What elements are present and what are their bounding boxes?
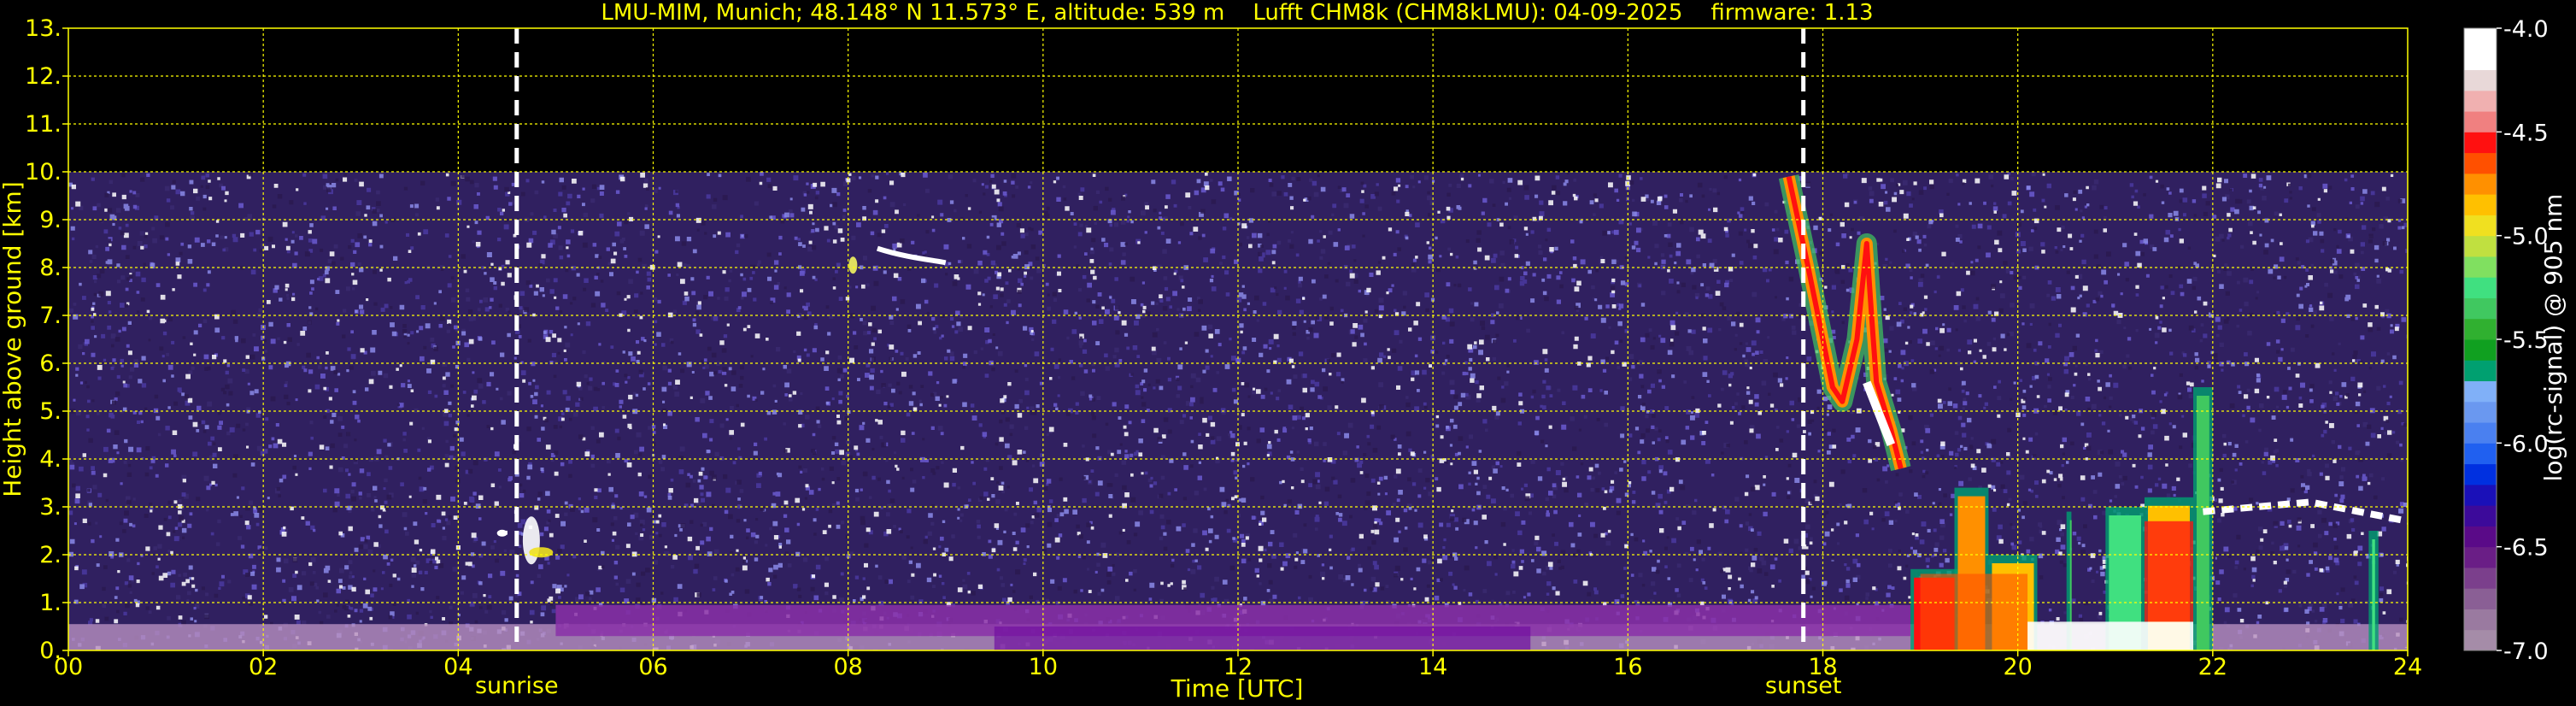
y-tick-label: 12. [25,63,62,90]
colorbar-swatch [2464,422,2497,444]
colorbar-swatch [2464,132,2497,154]
colorbar-swatch [2464,49,2497,71]
colorbar-swatch [2464,297,2497,320]
colorbar-tick-label: -4.5 [2503,120,2549,146]
boundary-layer-core [994,627,1531,650]
y-tick-label: 8. [39,255,62,281]
x-tick-label: 02 [249,654,278,680]
colorbar-swatch [2464,380,2497,403]
x-tick-label: 10 [1029,654,1058,680]
colorbar-swatch [2464,443,2497,465]
y-tick-label: 6. [39,350,62,377]
y-tick-label: 7. [39,303,62,329]
low-cloud-mass [2144,521,2194,622]
colorbar-swatch [2464,505,2497,527]
colorbar-swatch [2464,235,2497,257]
colorbar-swatch [2464,215,2497,237]
y-tick-label: 10. [25,159,62,185]
colorbar-swatch [2464,277,2497,298]
y-axis-label: Height above ground [km] [0,181,26,497]
cirrus-cloud [848,256,858,274]
colorbar-swatch [2464,484,2497,506]
cloud-fragment [529,547,554,558]
x-tick-label: 24 [2393,654,2422,680]
colorbar-swatch [2464,152,2497,174]
y-tick-label: 9. [39,207,62,233]
y-tick-label: 13. [25,15,62,42]
x-tick-label: 06 [638,654,667,680]
colorbar-swatch [2464,463,2497,485]
colorbar-swatch [2464,526,2497,548]
low-cloud-core [2372,539,2375,650]
colorbar-swatch [2464,256,2497,278]
x-tick-label: 04 [443,654,472,680]
y-tick-label: 11. [25,111,62,138]
y-tick-label: 1. [39,590,62,616]
colorbar-swatch [2464,629,2497,651]
colorbar-swatch [2464,609,2497,631]
y-tick-label: 3. [39,494,62,521]
y-tick-label: 0. [39,638,62,664]
x-tick-label: 08 [833,654,862,680]
colorbar-swatch [2464,339,2497,361]
x-tick-label: 18 [1808,654,1837,680]
colorbar-tick-label: -7.0 [2503,638,2549,665]
colorbar-swatch [2464,546,2497,568]
colorbar-tick-label: -4.0 [2503,16,2549,43]
low-cloud-base [2027,621,2194,650]
y-tick-label: 5. [39,398,62,425]
x-axis-label: Time [UTC] [1171,674,1304,703]
plot-area [68,172,2408,650]
low-cloud-core [2197,396,2209,650]
x-tick-label: 14 [1418,654,1447,680]
y-tick-label: 4. [39,446,62,473]
colorbar-label: log(rc-signal) @ 905 nm [2539,194,2567,482]
sunrise-label: sunrise [475,673,559,699]
colorbar-swatch [2464,360,2497,382]
chart-title: LMU-MIM, Munich; 48.148° N 11.573° E, al… [601,0,1873,26]
colorbar-swatch [2464,588,2497,609]
colorbar-swatch [2464,111,2497,132]
colorbar-swatch [2464,401,2497,423]
low-cloud-mass [1920,574,2028,650]
cloud-fragment [496,529,508,537]
ceilometer-chart: LMU-MIM, Munich; 48.148° N 11.573° E, al… [0,0,2576,706]
colorbar-swatch [2464,567,2497,589]
colorbar-swatch [2464,28,2497,50]
colorbar-swatch [2464,90,2497,112]
colorbar-tick-label: -6.5 [2503,535,2549,562]
y-tick-label: 2. [39,542,62,568]
colorbar-swatch [2464,318,2497,340]
colorbar-swatch [2464,69,2497,91]
x-tick-label: 16 [1613,654,1642,680]
colorbar-swatch [2464,173,2497,195]
x-tick-label: 22 [2198,654,2227,680]
colorbar-swatch [2464,194,2497,215]
x-tick-label: 20 [2003,654,2032,680]
backscatter-noise-field [68,172,2408,650]
